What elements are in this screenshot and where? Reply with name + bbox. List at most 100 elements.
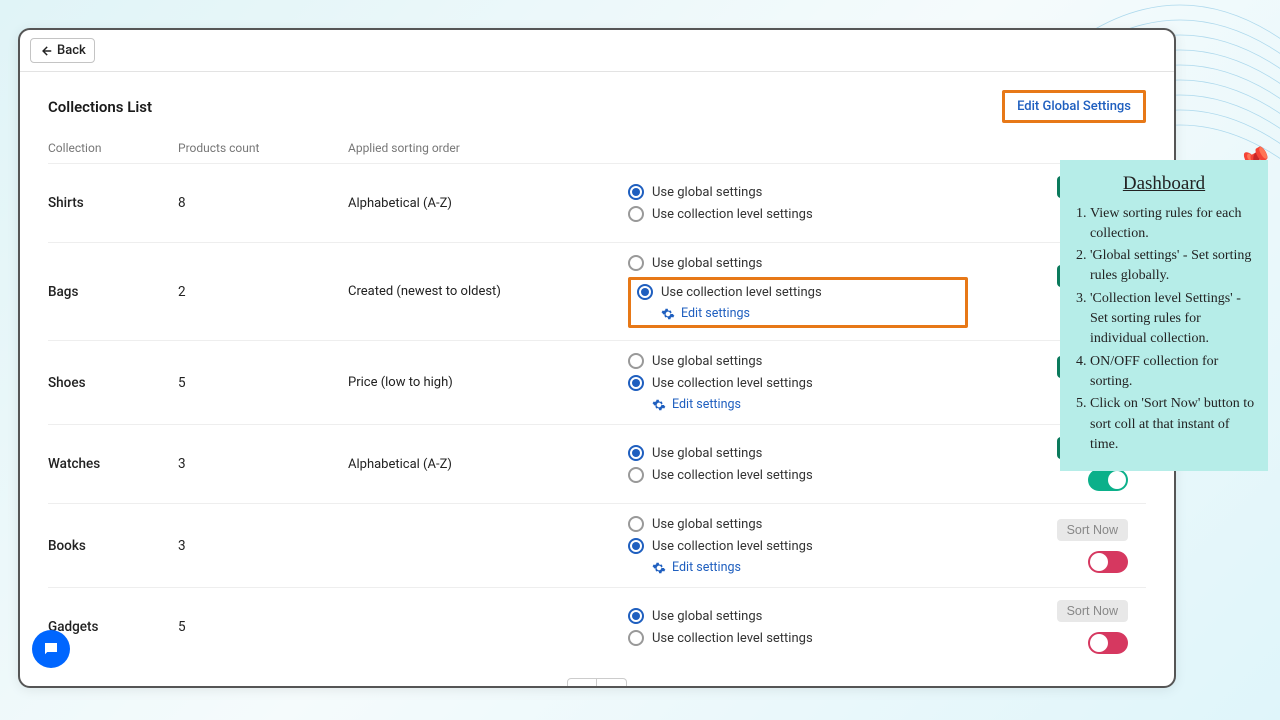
radio-global-label: Use global settings — [652, 517, 762, 532]
radio-icon — [628, 516, 644, 532]
radio-collection-label: Use collection level settings — [652, 207, 813, 222]
table-row: Shirts8Alphabetical (A-Z)Use global sett… — [48, 164, 1146, 243]
header-row: Collections List Edit Global Settings — [48, 90, 1146, 123]
table-row: Gadgets5 Use global settings Use collectio… — [48, 588, 1146, 666]
radio-icon — [628, 630, 644, 646]
highlight-box: Use collection level settings Edit settin… — [628, 277, 968, 328]
settings-cell: Use global settings Use collection level … — [628, 255, 968, 328]
gear-icon — [661, 307, 675, 321]
chat-widget[interactable] — [32, 630, 70, 668]
page-title: Collections List — [48, 98, 152, 116]
collection-name: Bags — [48, 284, 178, 300]
actions-cell: Sort Now — [968, 519, 1128, 573]
edit-settings-link[interactable]: Edit settings — [652, 397, 968, 412]
radio-collection[interactable]: Use collection level settings — [637, 284, 959, 300]
settings-cell: Use global settings Use collection level … — [628, 184, 968, 222]
col-count: Products count — [178, 141, 348, 155]
radio-collection[interactable]: Use collection level settings — [628, 206, 968, 222]
table-row: Shoes5Price (low to high)Use global sett… — [48, 341, 1146, 425]
top-bar: Back — [20, 30, 1174, 72]
edit-settings-label: Edit settings — [681, 306, 750, 321]
radio-global[interactable]: Use global settings — [628, 516, 968, 532]
sort-now-button: Sort Now — [1057, 519, 1128, 541]
back-icon — [39, 44, 53, 58]
edit-settings-link[interactable]: Edit settings — [661, 306, 959, 321]
products-count: 3 — [178, 538, 348, 554]
radio-icon — [628, 445, 644, 461]
edit-settings-label: Edit settings — [672, 397, 741, 412]
radio-global[interactable]: Use global settings — [628, 255, 968, 271]
app-window: Back Collections List Edit Global Settin… — [18, 28, 1176, 688]
gear-icon — [652, 398, 666, 412]
radio-icon — [628, 467, 644, 483]
radio-icon — [628, 206, 644, 222]
settings-cell: Use global settings Use collection level … — [628, 353, 968, 412]
back-label: Back — [57, 43, 86, 58]
products-count: 5 — [178, 375, 348, 391]
table-row: Bags2Created (newest to oldest)Use globa… — [48, 243, 1146, 341]
next-page-button[interactable] — [597, 678, 627, 688]
radio-icon — [637, 284, 653, 300]
collections-table: Collection Products count Applied sortin… — [48, 133, 1146, 666]
applied-sorting: Alphabetical (A-Z) — [348, 457, 628, 472]
radio-global-label: Use global settings — [652, 256, 762, 271]
settings-cell: Use global settings Use collection level … — [628, 445, 968, 483]
radio-global-label: Use global settings — [652, 609, 762, 624]
collection-name: Shoes — [48, 375, 178, 391]
collection-name: Shirts — [48, 195, 178, 211]
radio-collection-label: Use collection level settings — [661, 285, 822, 300]
actions-cell: Sort Now — [968, 600, 1128, 654]
settings-cell: Use global settings Use collection level … — [628, 516, 968, 575]
content-area: Collections List Edit Global Settings Co… — [20, 72, 1174, 688]
col-name: Collection — [48, 141, 178, 155]
radio-collection[interactable]: Use collection level settings — [628, 375, 968, 391]
settings-cell: Use global settings Use collection level … — [628, 608, 968, 646]
applied-sorting: Price (low to high) — [348, 375, 628, 390]
annotation-title: Dashboard — [1072, 170, 1256, 198]
radio-collection[interactable]: Use collection level settings — [628, 538, 968, 554]
col-sort: Applied sorting order — [348, 141, 628, 155]
products-count: 8 — [178, 195, 348, 211]
products-count: 2 — [178, 284, 348, 300]
radio-collection[interactable]: Use collection level settings — [628, 467, 968, 483]
table-row: Watches3Alphabetical (A-Z)Use global set… — [48, 425, 1146, 504]
enable-toggle[interactable] — [1088, 469, 1128, 491]
annotation-item: Click on 'Sort Now' button to sort coll … — [1090, 394, 1256, 455]
table-row: Books3 Use global settings Use collection … — [48, 504, 1146, 588]
products-count: 3 — [178, 456, 348, 472]
collection-name: Gadgets — [48, 619, 178, 635]
radio-icon — [628, 255, 644, 271]
radio-global[interactable]: Use global settings — [628, 184, 968, 200]
radio-global[interactable]: Use global settings — [628, 353, 968, 369]
chat-icon — [42, 640, 60, 658]
prev-page-button[interactable] — [567, 678, 597, 688]
radio-collection-label: Use collection level settings — [652, 539, 813, 554]
annotation-item: View sorting rules for each collection. — [1090, 204, 1256, 245]
edit-settings-link[interactable]: Edit settings — [652, 560, 968, 575]
annotation-item: ON/OFF collection for sorting. — [1090, 352, 1256, 393]
applied-sorting: Alphabetical (A-Z) — [348, 196, 628, 211]
edit-settings-label: Edit settings — [672, 560, 741, 575]
annotation-list: View sorting rules for each collection.'… — [1072, 204, 1256, 456]
products-count: 5 — [178, 619, 348, 635]
radio-global-label: Use global settings — [652, 446, 762, 461]
radio-collection-label: Use collection level settings — [652, 631, 813, 646]
sort-now-button: Sort Now — [1057, 600, 1128, 622]
radio-global[interactable]: Use global settings — [628, 445, 968, 461]
radio-icon — [628, 353, 644, 369]
radio-icon — [628, 608, 644, 624]
collection-name: Watches — [48, 456, 178, 472]
annotation-panel: Dashboard View sorting rules for each co… — [1060, 160, 1268, 471]
enable-toggle[interactable] — [1088, 632, 1128, 654]
edit-global-settings-link[interactable]: Edit Global Settings — [1002, 90, 1146, 123]
radio-global[interactable]: Use global settings — [628, 608, 968, 624]
radio-collection-label: Use collection level settings — [652, 468, 813, 483]
radio-icon — [628, 375, 644, 391]
radio-collection[interactable]: Use collection level settings — [628, 630, 968, 646]
table-header: Collection Products count Applied sortin… — [48, 133, 1146, 164]
collection-name: Books — [48, 538, 178, 554]
pagination — [48, 678, 1146, 688]
back-button[interactable]: Back — [30, 38, 95, 63]
applied-sorting: Created (newest to oldest) — [348, 284, 628, 299]
enable-toggle[interactable] — [1088, 551, 1128, 573]
